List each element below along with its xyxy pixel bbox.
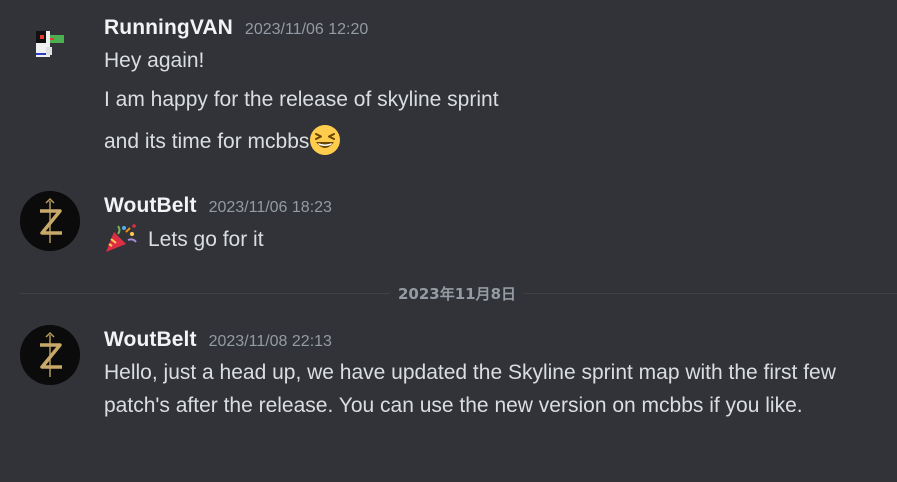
zelda-z-icon (20, 191, 80, 251)
date-divider-label: 2023年11月8日 (390, 283, 525, 304)
message-line-with-emoji: and its time for mcbbs (104, 124, 341, 157)
message-line: Hey again! (104, 49, 205, 72)
message-timestamp[interactable]: 2023/11/06 18:23 (209, 199, 332, 217)
message-text: Lets go for it (148, 228, 264, 251)
avatar-woutbelt[interactable] (20, 191, 80, 251)
party-popper-icon[interactable] (104, 222, 140, 254)
message-line: I am happy for the release of skyline sp… (104, 88, 499, 111)
author-name[interactable]: RunningVAN (104, 16, 233, 40)
zelda-z-icon (20, 325, 80, 385)
message-text: Hello, just a head up, we have updated t… (104, 361, 836, 417)
message-timestamp[interactable]: 2023/11/08 22:13 (209, 333, 332, 351)
author-name[interactable]: WoutBelt (104, 328, 197, 352)
grinning-squinting-face-icon[interactable] (309, 124, 341, 156)
message-timestamp[interactable]: 2023/11/06 12:20 (245, 21, 368, 39)
pixel-avatar-icon (36, 31, 64, 57)
message-text: and its time for mcbbs (104, 130, 310, 153)
message-line-with-emoji: Lets go for it (104, 222, 264, 255)
author-name[interactable]: WoutBelt (104, 194, 197, 218)
avatar-woutbelt[interactable] (20, 325, 80, 385)
avatar-runningvan[interactable] (20, 14, 80, 74)
